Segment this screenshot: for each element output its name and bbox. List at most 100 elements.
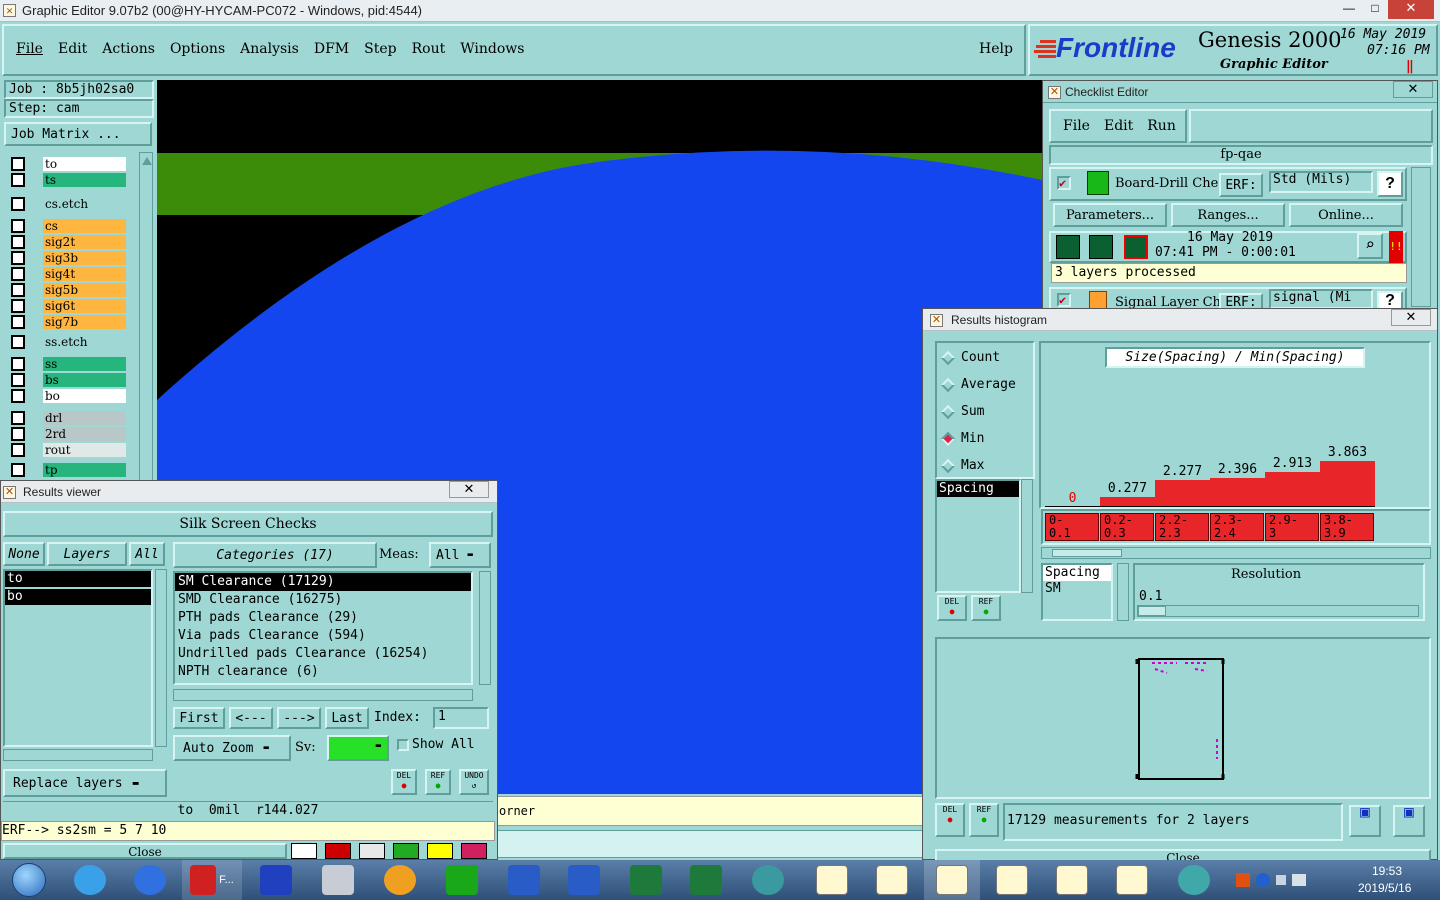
results-undo-button[interactable]: UNDO ↺ — [459, 769, 489, 795]
taskbar-app-f[interactable]: F... — [182, 860, 242, 900]
taskbar-app-qq[interactable] — [62, 860, 118, 900]
taskbar-app-x1[interactable] — [804, 860, 860, 900]
start-button[interactable] — [4, 860, 54, 900]
tray-icon-arrow[interactable] — [1276, 875, 1286, 885]
menu-help[interactable]: Help — [979, 41, 1013, 57]
export-icon-1[interactable]: ▣ — [1349, 804, 1381, 837]
bin-scrollbar[interactable] — [1041, 547, 1431, 559]
category-item[interactable]: PTH pads Clearance (29) — [175, 609, 471, 627]
taskbar-app-ie[interactable] — [122, 860, 178, 900]
mode-min[interactable]: Min — [937, 425, 1033, 452]
layer-row[interactable]: sig3b — [8, 250, 126, 265]
results-ref-button[interactable]: REF ● — [425, 769, 451, 795]
histogram-bar[interactable] — [1320, 461, 1375, 507]
layer-checkbox[interactable] — [11, 196, 25, 211]
category-item[interactable]: SMD Clearance (16275) — [175, 591, 471, 609]
next-button[interactable]: ---> — [277, 707, 321, 729]
menu-file[interactable]: File — [16, 41, 43, 57]
taskbar-app-excel-1[interactable] — [618, 860, 674, 900]
taskbar-app-x3[interactable] — [924, 860, 980, 900]
taskbar-app-x2[interactable] — [864, 860, 920, 900]
toolbar-icon[interactable] — [325, 843, 351, 859]
layer-row[interactable]: ss.etch — [8, 334, 126, 349]
checklist-menu-run[interactable]: Run — [1147, 118, 1176, 134]
run-icon-3[interactable] — [1124, 235, 1148, 259]
layer-checkbox[interactable] — [11, 218, 25, 233]
toolbar-icon[interactable] — [461, 843, 487, 859]
layer-row[interactable]: bs — [8, 372, 126, 387]
mode-average[interactable]: Average — [937, 371, 1033, 398]
measure-list[interactable]: Spacing — [935, 479, 1021, 593]
taskbar-app-x5[interactable] — [1044, 860, 1100, 900]
layer-row[interactable]: sig5b — [8, 282, 126, 297]
histogram-del-button[interactable]: DEL ● — [937, 595, 967, 621]
category-list[interactable]: SM Clearance (17129) SMD Clearance (1627… — [173, 571, 473, 685]
zoom-icon[interactable]: ⌕ — [1357, 233, 1383, 259]
taskbar-app-word-1[interactable] — [496, 860, 552, 900]
last-button[interactable]: Last — [325, 707, 369, 729]
checklist-menu-edit[interactable]: Edit — [1104, 118, 1133, 134]
menu-windows[interactable]: Windows — [460, 41, 524, 57]
all-button[interactable]: All — [129, 542, 165, 566]
layer-checkbox[interactable] — [11, 442, 25, 457]
taskbar-app-viewer[interactable] — [1166, 860, 1222, 900]
taskbar-app-eye[interactable] — [740, 860, 796, 900]
run-icon-1[interactable] — [1056, 235, 1080, 259]
tray-icon-s[interactable] — [1236, 873, 1250, 887]
auto-zoom-dropdown[interactable]: Auto Zoom ▬ — [173, 735, 291, 761]
menu-actions[interactable]: Actions — [102, 41, 155, 57]
item1-erf-button[interactable]: ERF: — [1219, 173, 1263, 197]
category-item[interactable]: Undrilled pads Clearance (16254) — [175, 645, 471, 663]
parameters-button[interactable]: Parameters... — [1053, 203, 1167, 227]
results-close-button[interactable]: Close — [3, 843, 287, 859]
mode-count[interactable]: Count — [937, 344, 1033, 371]
histogram-bin[interactable]: 0- 0.1 — [1045, 513, 1099, 541]
category-scrollbar[interactable] — [479, 571, 491, 685]
toolbar-icon[interactable] — [393, 843, 419, 859]
taskbar-app-save[interactable] — [248, 860, 304, 900]
mode-max[interactable]: Max — [937, 452, 1033, 479]
maximize-button[interactable]: □ — [1362, 1, 1388, 19]
close-button[interactable]: ✕ — [1388, 0, 1434, 19]
layer-checkbox[interactable] — [11, 372, 25, 387]
category-item[interactable]: SM Clearance (17129) — [175, 573, 471, 591]
online-button[interactable]: Online... — [1289, 203, 1403, 227]
checklist-scrollbar[interactable] — [1411, 167, 1431, 307]
measure-list-scrollbar[interactable] — [1021, 479, 1033, 593]
histogram-bin[interactable]: 2.2- 2.3 — [1155, 513, 1209, 541]
item1-help-button[interactable]: ? — [1377, 171, 1403, 197]
menu-edit[interactable]: Edit — [58, 41, 87, 57]
sv-color-dropdown[interactable]: ▬ — [327, 735, 389, 761]
histogram-bin[interactable]: 3.8- 3.9 — [1320, 513, 1374, 541]
layer-row[interactable]: sig7b — [8, 314, 126, 329]
menu-options[interactable]: Options — [170, 41, 225, 57]
toolbar-icon[interactable] — [359, 843, 385, 859]
layer-row[interactable]: sig4t — [8, 266, 126, 281]
taskbar-app-frontline[interactable] — [434, 860, 490, 900]
checklist-close-button[interactable]: ✕ — [1393, 81, 1433, 98]
index-input[interactable]: 1 — [433, 707, 489, 729]
replace-layers-dropdown[interactable]: Replace layers ▬ — [3, 769, 167, 797]
menu-rout[interactable]: Rout — [412, 41, 446, 57]
run-icon-2[interactable] — [1089, 235, 1113, 259]
histogram-ref-button[interactable]: REF ● — [971, 595, 1001, 621]
layer-selection-list[interactable]: to bo — [3, 569, 153, 747]
layer-checkbox[interactable] — [11, 314, 25, 329]
first-button[interactable]: First — [173, 707, 225, 729]
measure-info-scrollbar[interactable] — [1117, 563, 1129, 621]
layer-checkbox[interactable] — [11, 282, 25, 297]
layer-row[interactable]: rout — [8, 442, 126, 457]
taskbar-app-x6[interactable] — [1104, 860, 1160, 900]
layer-row[interactable]: ss — [8, 356, 126, 371]
toolbar-icon[interactable] — [291, 843, 317, 859]
checklist-menu-file[interactable]: File — [1063, 118, 1090, 134]
layer-row[interactable]: drl — [8, 410, 126, 425]
layer-checkbox[interactable] — [11, 266, 25, 281]
layer-checkbox[interactable] — [11, 410, 25, 425]
histogram-bar[interactable] — [1265, 472, 1320, 507]
menu-analysis[interactable]: Analysis — [240, 41, 299, 57]
histogram-bar[interactable] — [1210, 478, 1265, 507]
job-matrix-button[interactable]: Job Matrix ... — [4, 122, 152, 146]
layer-selection-hscroll[interactable] — [3, 749, 153, 761]
layer-checkbox[interactable] — [11, 298, 25, 313]
